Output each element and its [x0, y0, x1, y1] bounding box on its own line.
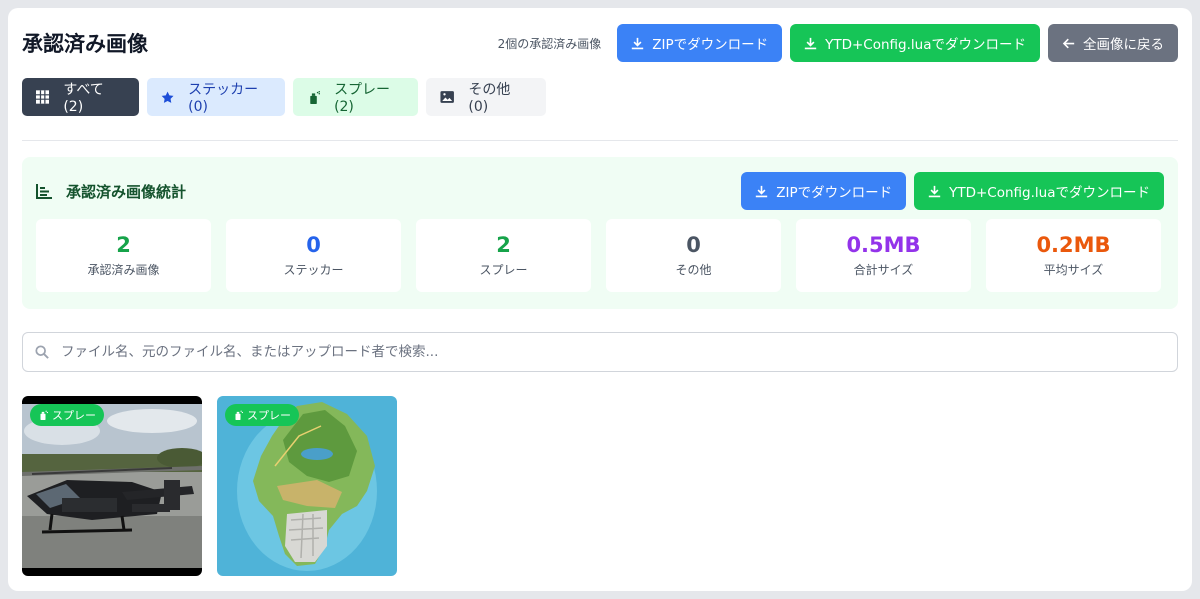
spray-can-icon — [235, 410, 243, 420]
zip-download-label: ZIPでダウンロード — [652, 37, 769, 53]
approved-count: 2個の承認済み画像 — [497, 36, 602, 51]
bar-chart-icon — [36, 183, 52, 199]
stats-panel: 承認済み画像統計 ZIPでダウンロード YTD+Config.luaでダウンロー… — [22, 157, 1178, 309]
stat-label: ステッカー — [283, 263, 344, 277]
image-card-map[interactable]: スプレー — [217, 396, 397, 576]
stats-ytd-download-label: YTD+Config.luaでダウンロード — [949, 185, 1150, 201]
stat-cards: 2 承認済み画像 0 ステッカー 2 スプレー 0 その他 0.5MB 合計サイ… — [36, 219, 1161, 292]
stat-value: 2 — [116, 233, 131, 257]
stats-zip-download-button[interactable]: ZIPでダウンロード — [741, 172, 907, 210]
search-input[interactable] — [61, 344, 1177, 360]
download-icon — [632, 37, 644, 49]
page-header: 承認済み画像 2個の承認済み画像 ZIPでダウンロード YTD+Config.l… — [22, 24, 1178, 62]
tab-other-label: その他 (0) — [468, 82, 511, 115]
ytd-download-button[interactable]: YTD+Config.luaでダウンロード — [790, 24, 1040, 62]
stat-label: 合計サイズ — [853, 263, 914, 277]
download-icon — [928, 185, 941, 197]
spray-can-icon — [40, 410, 48, 420]
tab-sticker[interactable]: ステッカー (0) — [147, 78, 285, 116]
stats-title: 承認済み画像統計 — [36, 181, 733, 202]
stat-card-average-size: 0.2MB 平均サイズ — [986, 219, 1161, 292]
tab-all[interactable]: すべて (2) — [22, 78, 139, 116]
stat-card-spray: 2 スプレー — [416, 219, 591, 292]
stat-value: 0 — [306, 233, 321, 257]
spray-badge: スプレー — [225, 404, 299, 426]
stat-label: その他 — [675, 263, 712, 277]
divider — [22, 140, 1178, 141]
badge-label: スプレー — [52, 409, 96, 422]
ytd-download-label: YTD+Config.luaでダウンロード — [825, 37, 1026, 53]
zip-download-button[interactable]: ZIPでダウンロード — [617, 24, 783, 62]
stat-label: 平均サイズ — [1043, 263, 1104, 277]
stat-value: 0.2MB — [1036, 233, 1111, 257]
stats-header: 承認済み画像統計 ZIPでダウンロード YTD+Config.luaでダウンロー… — [36, 172, 1164, 210]
stat-card-sticker: 0 ステッカー — [226, 219, 401, 292]
stat-label: 承認済み画像 — [87, 263, 160, 277]
tab-spray[interactable]: スプレー (2) — [293, 78, 418, 116]
stat-card-approved: 2 承認済み画像 — [36, 219, 211, 292]
page-title: 承認済み画像 — [22, 32, 148, 56]
search-bar — [22, 332, 1178, 372]
category-tabs: すべて (2) ステッカー (0) スプレー (2) その他 (0) — [22, 78, 554, 116]
tab-all-label: すべて (2) — [63, 82, 104, 115]
stat-label: スプレー — [479, 263, 528, 277]
stat-card-other: 0 その他 — [606, 219, 781, 292]
grid-icon — [36, 90, 50, 104]
back-to-all-button[interactable]: 全画像に戻る — [1048, 24, 1178, 62]
spray-can-icon — [310, 90, 320, 104]
arrow-left-icon — [1062, 38, 1075, 48]
tab-sticker-label: ステッカー (0) — [188, 82, 259, 115]
stat-value: 0 — [686, 233, 701, 257]
tab-spray-label: スプレー (2) — [334, 82, 391, 115]
tab-other[interactable]: その他 (0) — [426, 78, 546, 116]
stat-value: 0.5MB — [846, 233, 921, 257]
stats-zip-download-label: ZIPでダウンロード — [776, 185, 893, 201]
main-panel: 承認済み画像 2個の承認済み画像 ZIPでダウンロード YTD+Config.l… — [8, 8, 1192, 591]
download-icon — [804, 37, 817, 49]
stats-title-label: 承認済み画像統計 — [66, 182, 187, 201]
badge-label: スプレー — [247, 409, 291, 422]
download-icon — [756, 185, 768, 197]
image-grid: スプレー スプレー — [22, 396, 412, 576]
stats-ytd-download-button[interactable]: YTD+Config.luaでダウンロード — [914, 172, 1164, 210]
stat-card-total-size: 0.5MB 合計サイズ — [796, 219, 971, 292]
image-card-helicopter[interactable]: スプレー — [22, 396, 202, 576]
stat-value: 2 — [496, 233, 511, 257]
spray-badge: スプレー — [30, 404, 104, 426]
search-icon — [35, 345, 49, 359]
image-icon — [440, 91, 454, 103]
back-to-all-label: 全画像に戻る — [1083, 37, 1164, 53]
star-icon — [161, 91, 174, 103]
